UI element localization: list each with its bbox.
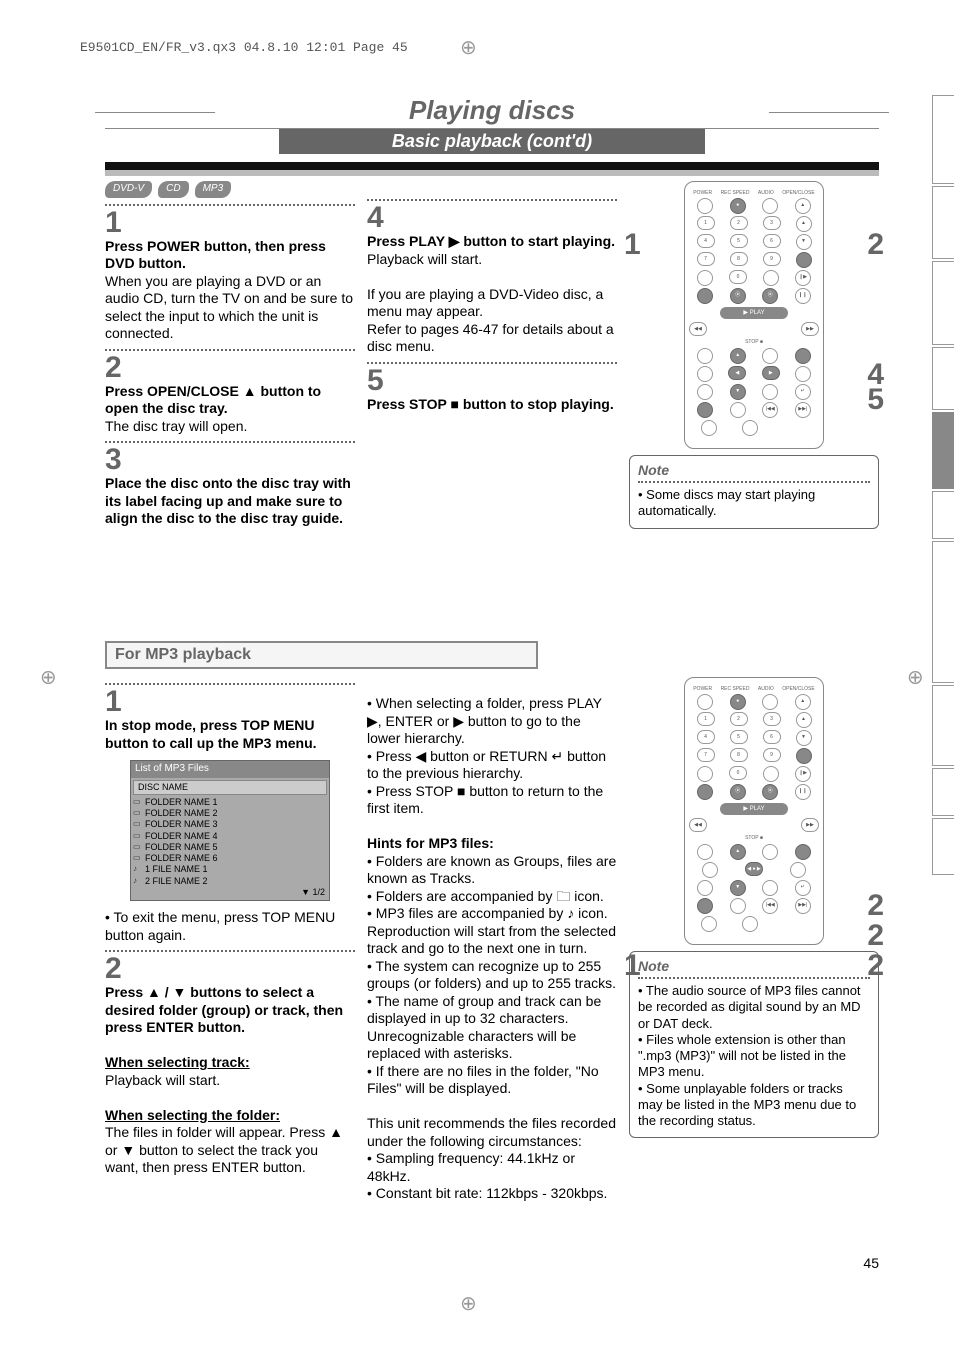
mp3-exit-text: • To exit the menu, press TOP MENU butto… <box>105 909 355 944</box>
badge-cd: CD <box>158 181 188 198</box>
tab-vcr-functions: VCR functions <box>932 685 954 767</box>
tab-others: Others <box>932 768 954 816</box>
mp3-section-header: For MP3 playback <box>105 641 538 669</box>
step-5-title: Press STOP ■ button to stop playing. <box>367 396 617 414</box>
note-2-title: Note <box>638 958 870 976</box>
selecting-track-header: When selecting track: <box>105 1054 355 1072</box>
step-2-title: Press OPEN/CLOSE ▲ button to open the di… <box>105 383 355 418</box>
callout-5: 5 <box>867 381 884 419</box>
tab-before-you-start: Before you start <box>932 95 954 184</box>
tab-connections: Connections <box>932 186 954 260</box>
mp3-step-2-title: Press ▲ / ▼ buttons to select a desired … <box>105 984 355 1037</box>
mp3-column-3: 1 2 2 2 POWERREC SPEEDAUDIOOPEN/CLOSE ●▲… <box>629 677 879 1203</box>
format-badges: DVD-V CD MP3 <box>105 181 355 198</box>
badge-dvdv: DVD-V <box>105 181 152 198</box>
decor-bar-grey <box>105 170 879 176</box>
remote-play-button: ▶ PLAY <box>720 307 788 319</box>
mp3-column-2: • When selecting a folder, press PLAY ▶,… <box>367 677 617 1203</box>
remote-diagram-2: POWERREC SPEEDAUDIOOPEN/CLOSE ●▲ 123▲ 45… <box>664 677 844 945</box>
step-4-body-3: Refer to pages 46-47 for details about a… <box>367 321 617 356</box>
section-title: Basic playback (cont'd) <box>279 129 705 154</box>
selecting-track-body: Playback will start. <box>105 1072 355 1090</box>
callout-2: 2 <box>867 226 884 264</box>
note-box-1: Note • Some discs may start playing auto… <box>629 455 879 529</box>
crop-mark-right: ⊕ <box>903 669 928 686</box>
step-1-body: When you are playing a DVD or an audio C… <box>105 273 355 343</box>
tab-playing-discs: Playing discs <box>932 412 954 488</box>
tab-francais: Français <box>932 818 954 874</box>
step-3-number: 3 <box>105 445 355 475</box>
mp3-step-1-number: 1 <box>105 687 355 717</box>
callout-1: 1 <box>624 226 641 264</box>
file-header-meta: E9501CD_EN/FR_v3.qx3 04.8.10 12:01 Page … <box>80 40 408 55</box>
selecting-folder-body: The files in folder will appear. Press ▲… <box>105 1124 355 1177</box>
step-3-title: Place the disc onto the disc tray with i… <box>105 475 355 528</box>
selecting-folder-header: When selecting the folder: <box>105 1107 355 1125</box>
step-2-body: The disc tray will open. <box>105 418 355 436</box>
step-4-number: 4 <box>367 203 617 233</box>
mp3-step-2-number: 2 <box>105 954 355 984</box>
note-1-title: Note <box>638 462 870 480</box>
tab-editing: Editing <box>932 491 954 540</box>
mp3-column-1: 1 In stop mode, press TOP MENU button to… <box>105 677 355 1203</box>
step-2-number: 2 <box>105 353 355 383</box>
hints-header: Hints for MP3 files: <box>367 835 617 853</box>
mp3-screen-diagram: List of MP3 Files DISC NAME FOLDER NAME … <box>130 760 330 901</box>
mp3-screen-title: List of MP3 Files <box>131 761 329 778</box>
crop-mark-bottom: ⊕ <box>460 1291 477 1316</box>
tab-changing-setup: Changing the SETUP menu <box>932 541 954 682</box>
step-1-title: Press POWER button, then press DVD butto… <box>105 238 355 273</box>
step-4-body-2: If you are playing a DVD-Video disc, a m… <box>367 286 617 321</box>
mp3-step-1-title: In stop mode, press TOP MENU button to c… <box>105 717 355 752</box>
step-4-title: Press PLAY ▶ button to start playing. <box>367 233 617 251</box>
remote-diagram-1: POWERREC SPEEDAUDIOOPEN/CLOSE ●▲ 123▲ 45… <box>664 181 844 449</box>
crop-mark-top: ⊕ <box>460 35 477 60</box>
crop-mark-left: ⊕ <box>36 669 61 686</box>
page-number: 45 <box>863 1255 879 1271</box>
tab-recording: Recording <box>932 347 954 411</box>
note-1-body: • Some discs may start playing automatic… <box>638 487 870 520</box>
chapter-title: Playing discs <box>105 95 879 129</box>
decor-bar-black <box>105 162 879 170</box>
badge-mp3: MP3 <box>195 181 232 198</box>
side-navigation-tabs: Before you start Connections Getting sta… <box>932 95 954 875</box>
step-5-number: 5 <box>367 366 617 396</box>
step-4-body-1: Playback will start. <box>367 251 617 269</box>
mp3-screen-disc: DISC NAME <box>133 780 327 795</box>
tab-getting-started: Getting started <box>932 261 954 345</box>
note-box-2: Note • The audio source of MP3 files can… <box>629 951 879 1139</box>
recommend-text: This unit recommends the files recorded … <box>367 1115 617 1150</box>
step-1-number: 1 <box>105 208 355 238</box>
